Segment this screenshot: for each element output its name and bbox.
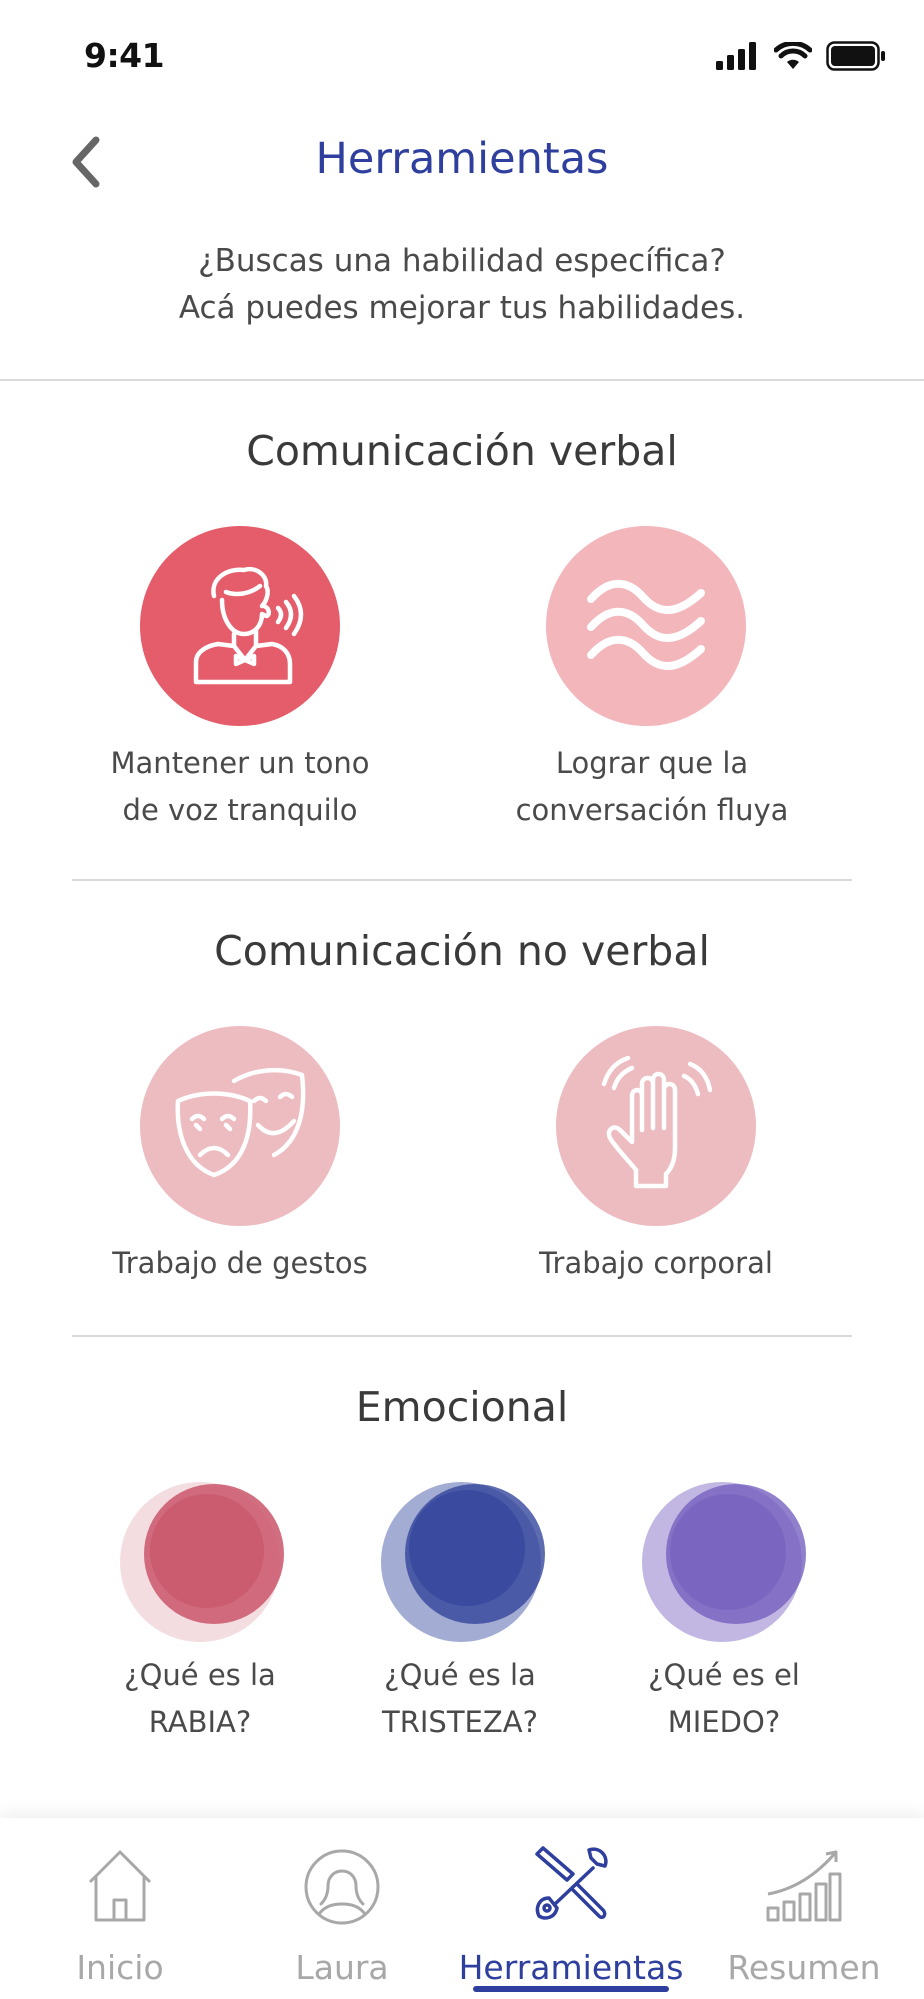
- tab-laura-label: Laura: [295, 1948, 389, 1987]
- section-divider: [72, 879, 852, 881]
- subtitle-line-1: ¿Buscas una habilidad específica?: [198, 243, 726, 279]
- emotion-sadness-button[interactable]: [379, 1480, 549, 1650]
- tab-herramientas[interactable]: Herramientas: [451, 1818, 691, 1999]
- tool-calm-voice-label-line-2: de voz tranquilo: [122, 793, 358, 827]
- section-title-emotional: Emocional: [355, 1383, 569, 1431]
- tab-resumen[interactable]: Resumen: [716, 1818, 892, 1999]
- emotion-sadness-label-line-2: TRISTEZA?: [382, 1705, 538, 1739]
- tool-body-label: Trabajo corporal: [539, 1246, 773, 1280]
- tool-conversation-flow-label-line-2: conversación fluya: [515, 793, 789, 827]
- emotion-anger-label-line-2: RABIA?: [148, 1705, 252, 1739]
- page-title: Herramientas: [315, 134, 609, 184]
- user-icon: [304, 1849, 380, 1925]
- active-tab-indicator: [473, 1986, 669, 1992]
- tool-body-button[interactable]: [556, 1026, 756, 1226]
- tool-calm-voice-label-line-1: Mantener un tono: [110, 746, 370, 780]
- tool-conversation-flow-button[interactable]: [546, 526, 746, 726]
- emotion-anger-label-line-1: ¿Qué es la: [124, 1658, 276, 1692]
- tool-gestures-label: Trabajo de gestos: [112, 1246, 368, 1280]
- battery-icon: [826, 41, 885, 71]
- emotion-fear-label-line-1: ¿Qué es el: [648, 1658, 800, 1692]
- subtitle-line-2: Acá puedes mejorar tus habilidades.: [178, 290, 746, 326]
- emotion-sadness-label-line-1: ¿Qué es la: [384, 1658, 536, 1692]
- page-subtitle: ¿Buscas una habilidad específica? Acá pu…: [0, 238, 924, 332]
- tool-conversation-flow-label-line-1: Lograr que la: [555, 746, 749, 780]
- theater-masks-icon: [175, 1068, 306, 1178]
- waves-icon: [587, 579, 705, 670]
- status-icons: [716, 38, 886, 74]
- tool-calm-voice-button[interactable]: [140, 526, 340, 726]
- emotion-anger-core: [150, 1494, 264, 1608]
- tools-icon: [535, 1846, 608, 1920]
- tab-inicio[interactable]: Inicio: [40, 1818, 200, 1999]
- emotion-fear-label: ¿Qué es el MIEDO?: [584, 1652, 864, 1746]
- header-divider: [0, 379, 924, 381]
- emotion-sadness-core: [409, 1490, 525, 1606]
- tool-gestures-button[interactable]: [140, 1026, 340, 1226]
- emotion-anger-button[interactable]: [118, 1480, 288, 1650]
- tool-conversation-flow-label: Lograr que la conversación fluya: [472, 740, 832, 834]
- home-icon: [88, 1850, 152, 1922]
- tab-inicio-label: Inicio: [76, 1948, 164, 1987]
- emotion-fear-button[interactable]: [640, 1480, 810, 1650]
- emotion-fear-label-line-2: MIEDO?: [667, 1705, 781, 1739]
- cellular-signal-icon: [716, 42, 756, 70]
- speaking-person-icon: [193, 566, 304, 685]
- status-time: 9:41: [84, 36, 165, 75]
- bottom-tab-bar: Inicio Laura Herramientas Resumen: [0, 1818, 924, 1999]
- tab-resumen-label: Resumen: [727, 1948, 881, 1987]
- emotion-anger-label: ¿Qué es la RABIA?: [60, 1652, 340, 1746]
- wifi-icon: [774, 42, 812, 69]
- section-title-verbal: Comunicación verbal: [246, 427, 678, 475]
- waving-hand-icon: [601, 1056, 713, 1189]
- section-divider: [72, 1335, 852, 1337]
- tab-herramientas-label: Herramientas: [458, 1948, 684, 1987]
- section-title-nonverbal: Comunicación no verbal: [214, 927, 710, 975]
- emotion-sadness-label: ¿Qué es la TRISTEZA?: [320, 1652, 600, 1746]
- tab-laura[interactable]: Laura: [262, 1818, 422, 1999]
- chart-icon: [766, 1850, 842, 1922]
- tool-calm-voice-label: Mantener un tono de voz tranquilo: [60, 740, 420, 834]
- emotion-fear-core: [670, 1494, 786, 1610]
